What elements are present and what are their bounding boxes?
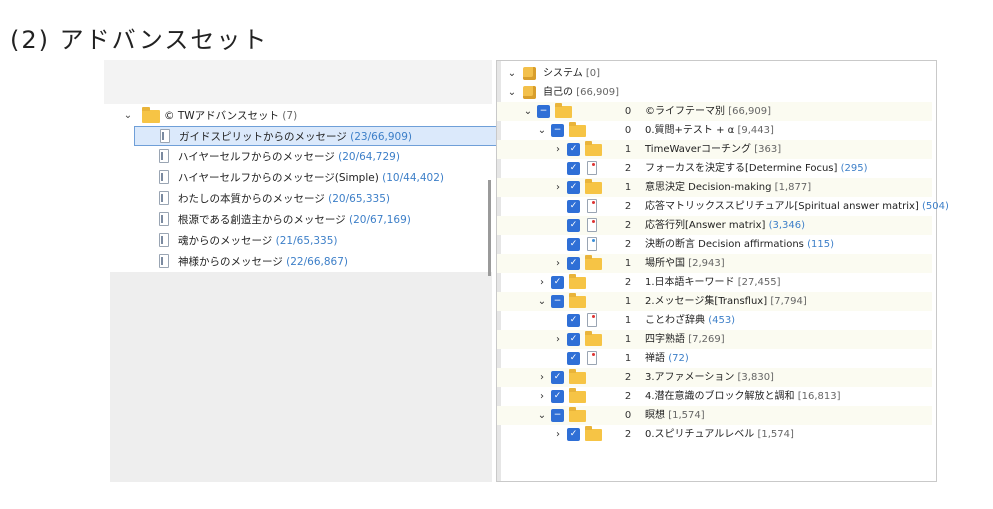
chevron-right-icon[interactable]: › (537, 368, 547, 387)
folder-icon (585, 255, 602, 270)
left-pane-top-area (104, 60, 492, 104)
chevron-down-icon[interactable]: ⌄ (523, 102, 533, 121)
folder-icon (569, 388, 586, 403)
tree-item-creator[interactable]: 根源である創造主からのメッセージ (20/67,169) (134, 210, 510, 230)
chevron-right-icon[interactable]: › (553, 140, 563, 159)
tree-item-god[interactable]: 神様からのメッセージ (22/66,867) (134, 252, 510, 272)
tree-item-soul[interactable]: 魂からのメッセージ (21/65,335) (134, 231, 510, 251)
left-pane-empty-area (110, 272, 492, 482)
chevron-down-icon[interactable]: ⌄ (537, 292, 547, 311)
checkbox-checked[interactable]: ✓ (551, 390, 564, 403)
right-tree-pane: ⌄ システム [0] ⌄ 自己の [66,909] ⌄ − 0 ©ライフテーマ別… (496, 60, 949, 482)
tree-node-four-character-idioms[interactable]: › ✓ 1 四字熟語 [7,269] (497, 330, 932, 349)
checkbox-checked[interactable]: ✓ (567, 143, 580, 156)
tree-node-decision-affirmations[interactable]: ✓ 2 決断の断言 Decision affirmations (115) (497, 235, 932, 254)
tree-node-label: © TWアドバンスセット (7) (164, 110, 298, 122)
checkbox-checked[interactable]: ✓ (567, 200, 580, 213)
tree-node-japanese-keywords[interactable]: › ✓ 2 1.日本語キーワード [27,455] (497, 273, 932, 292)
folder-icon (585, 141, 602, 156)
tree-node-question-test[interactable]: ⌄ − 0 0.質問+テスト + α [9,443] (497, 121, 932, 140)
document-icon (159, 233, 169, 247)
tree-node-advanced-set[interactable]: ⌄ © TWアドバンスセット (7) (122, 106, 462, 126)
folder-icon (585, 179, 602, 194)
tree-node-answer-matrix[interactable]: ✓ 2 応答行列[Answer matrix] (3,346) (497, 216, 932, 235)
chevron-right-icon[interactable]: › (537, 387, 547, 406)
tree-node-affirmations[interactable]: › ✓ 2 3.アファメーション [3,830] (497, 368, 932, 387)
checkbox-checked[interactable]: ✓ (551, 371, 564, 384)
folder-icon (142, 107, 160, 123)
checkbox-checked[interactable]: ✓ (567, 333, 580, 346)
tree-node-timewaver-coaching[interactable]: › ✓ 1 TimeWaverコーチング [363] (497, 140, 932, 159)
chevron-down-icon[interactable]: ⌄ (507, 64, 517, 83)
document-icon (587, 313, 597, 327)
tree-node-life-theme[interactable]: ⌄ − 0 ©ライフテーマ別 [66,909] (497, 102, 932, 121)
tree-node-meditation[interactable]: ⌄ − 0 瞑想 [1,574] (497, 406, 932, 425)
tree-item-higher-self-simple[interactable]: ハイヤーセルフからのメッセージ(Simple) (10/44,402) (134, 168, 510, 188)
folder-icon (569, 407, 586, 422)
document-icon (587, 161, 597, 175)
cube-icon (523, 67, 536, 80)
checkbox-checked[interactable]: ✓ (567, 314, 580, 327)
document-icon (159, 212, 169, 226)
tree-node-places-countries[interactable]: › ✓ 1 場所や国 [2,943] (497, 254, 932, 273)
chevron-down-icon[interactable]: ⌄ (537, 406, 547, 425)
left-tree-pane: ⌄ © TWアドバンスセット (7) ガイドスピリットからのメッセージ (23/… (104, 60, 510, 482)
tree-item-guide-spirit[interactable]: ガイドスピリットからのメッセージ (23/66,909) (134, 126, 510, 146)
document-icon (587, 218, 597, 232)
checkbox-partial[interactable]: − (551, 124, 564, 137)
chevron-down-icon[interactable]: ⌄ (537, 121, 547, 140)
tree-node-determine-focus[interactable]: ✓ 2 フォーカスを決定する[Determine Focus] (295) (497, 159, 932, 178)
checkbox-checked[interactable]: ✓ (567, 162, 580, 175)
chevron-down-icon[interactable]: ⌄ (122, 106, 134, 126)
checkbox-checked[interactable]: ✓ (567, 238, 580, 251)
checkbox-checked[interactable]: ✓ (567, 181, 580, 194)
checkbox-partial[interactable]: − (551, 409, 564, 422)
chevron-right-icon[interactable]: › (553, 425, 563, 444)
tree-node-zen-words[interactable]: ✓ 1 禅語 (72) (497, 349, 932, 368)
chevron-down-icon[interactable]: ⌄ (507, 83, 517, 102)
document-icon (159, 170, 169, 184)
tree-node-self[interactable]: ⌄ 自己の [66,909] (497, 83, 932, 102)
folder-icon (569, 274, 586, 289)
tree-node-spiritual-level[interactable]: › ✓ 2 0.スピリチュアルレベル [1,574] (497, 425, 932, 444)
tree-item-higher-self[interactable]: ハイヤーセルフからのメッセージ (20/64,729) (134, 147, 510, 167)
tree-node-decision-making[interactable]: › ✓ 1 意思決定 Decision-making [1,877] (497, 178, 932, 197)
tree-node-spiritual-answer-matrix[interactable]: ✓ 2 応答マトリックススピリチュアル[Spiritual answer mat… (497, 197, 949, 216)
folder-icon (569, 293, 586, 308)
document-icon (587, 351, 597, 365)
folder-icon (569, 122, 586, 137)
checkbox-partial[interactable]: − (537, 105, 550, 118)
tree-node-subconscious-block-release[interactable]: › ✓ 2 4.潜在意識のブロック解放と調和 [16,813] (497, 387, 932, 406)
tree-node-proverbs[interactable]: ✓ 1 ことわざ辞典 (453) (497, 311, 932, 330)
folder-icon (585, 426, 602, 441)
folder-icon (585, 331, 602, 346)
chevron-right-icon[interactable]: › (553, 330, 563, 349)
chevron-right-icon[interactable]: › (537, 273, 547, 292)
checkbox-checked[interactable]: ✓ (551, 276, 564, 289)
folder-icon (555, 103, 572, 118)
chevron-right-icon[interactable]: › (553, 178, 563, 197)
cube-icon (523, 86, 536, 99)
chevron-right-icon[interactable]: › (553, 254, 563, 273)
document-icon (587, 237, 597, 251)
document-icon (159, 149, 169, 163)
document-icon (159, 254, 169, 268)
tree-node-system[interactable]: ⌄ システム [0] (497, 64, 932, 83)
document-icon (159, 191, 169, 205)
tree-item-my-essence[interactable]: わたしの本質からのメッセージ (20/65,335) (134, 189, 510, 209)
tree-node-message-collection[interactable]: ⌄ − 1 2.メッセージ集[Transflux] [7,794] (497, 292, 932, 311)
document-icon (160, 129, 170, 143)
folder-icon (569, 369, 586, 384)
checkbox-partial[interactable]: − (551, 295, 564, 308)
checkbox-checked[interactable]: ✓ (567, 428, 580, 441)
checkbox-checked[interactable]: ✓ (567, 352, 580, 365)
page-heading: (2) アドバンスセット (10, 26, 269, 54)
left-pane-scrollbar[interactable] (488, 180, 491, 276)
document-icon (587, 199, 597, 213)
checkbox-checked[interactable]: ✓ (567, 219, 580, 232)
checkbox-checked[interactable]: ✓ (567, 257, 580, 270)
